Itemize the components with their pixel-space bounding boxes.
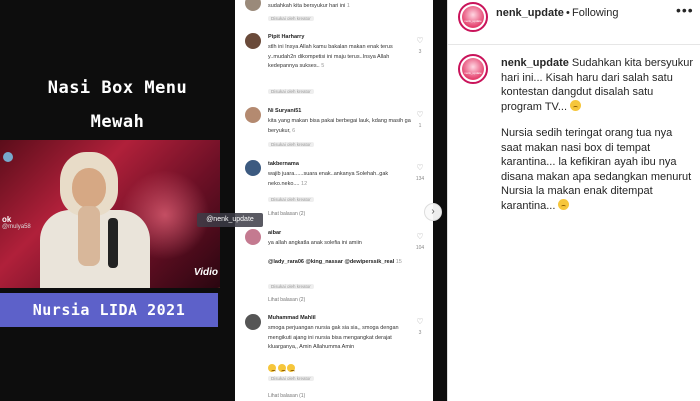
- comment-text: ya allah angkatla anak solefia ini amiin: [268, 240, 362, 246]
- caption-username[interactable]: nenk_update: [501, 57, 569, 69]
- comment-item: Pipit Harharry stlh ini Insya Allah kamu…: [235, 33, 433, 101]
- liked-by-creator: Disukai oleh kreator: [268, 16, 314, 21]
- avatar: [245, 314, 261, 330]
- avatar: [245, 107, 261, 123]
- like-count: 1: [418, 123, 422, 129]
- next-slide-button[interactable]: ›: [424, 203, 442, 221]
- more-options-icon[interactable]: •••: [676, 2, 694, 18]
- avatar-label: nenk_update: [464, 19, 482, 23]
- comment-author[interactable]: Pipit Harharry: [268, 34, 304, 40]
- like-button[interactable]: ♡ 1: [413, 110, 427, 130]
- liked-by-creator: Disukai oleh kreator: [268, 89, 314, 94]
- comment-mentions: @lady_rara06 @king_nassar @dewiperssik_r…: [268, 259, 402, 265]
- avatar-image: [462, 6, 484, 28]
- emoji-icon: [277, 364, 286, 372]
- screenshot-root: Nasi Box Menu Mewah ok @mulya58 Vidio Nu…: [0, 0, 700, 401]
- caption-avatar[interactable]: nenk_update: [458, 54, 488, 84]
- post-caption: nenk_update Sudahkan kita bersyukur hari…: [501, 56, 694, 225]
- like-count: 3: [418, 330, 422, 336]
- chevron-right-icon: ›: [431, 206, 435, 217]
- like-count: 134: [415, 176, 425, 182]
- separator-dot: •: [566, 7, 570, 19]
- heart-icon: ♡: [416, 317, 424, 326]
- post-username[interactable]: nenk_update: [496, 7, 564, 19]
- media-title-line1: Nasi Box Menu: [47, 78, 188, 98]
- post-media[interactable]: Nasi Box Menu Mewah ok @mulya58 Vidio Nu…: [0, 0, 235, 401]
- post-header: nenk_update nenk_update • Following •••: [448, 0, 700, 45]
- comment-item: takbernama wajib juara......suara enak..…: [235, 160, 433, 222]
- comment-text: kita yang makan bisa pakai berbegai lauk…: [268, 118, 411, 134]
- singer-face: [72, 168, 106, 208]
- view-replies[interactable]: Lihat balasan (2): [268, 211, 305, 217]
- emoji-icon: [287, 364, 296, 372]
- comment-author[interactable]: aibar: [268, 230, 281, 236]
- like-count: 104: [415, 245, 425, 251]
- sad-face-icon: [558, 198, 570, 210]
- emoji-icon: [268, 364, 276, 372]
- singer-scarf: [78, 206, 100, 266]
- comment-author[interactable]: Muhammad Mahlil: [268, 315, 316, 321]
- post-sidebar: nenk_update nenk_update • Following ••• …: [447, 0, 700, 401]
- heart-icon: ♡: [416, 163, 424, 172]
- comment-emojis: [268, 364, 418, 376]
- avatar-label: nenk_update: [464, 71, 482, 75]
- user-tag[interactable]: @nenk_update: [197, 213, 263, 227]
- avatar: [245, 0, 261, 11]
- comment-text: smoga perjuangan nursia gak sia sia,, sm…: [268, 325, 399, 350]
- vidio-logo: Vidio: [193, 267, 218, 278]
- avatar-image: [462, 58, 484, 80]
- comment-item: aibar ya allah angkatla anak solefia ini…: [235, 229, 433, 309]
- like-button[interactable]: ♡ 104: [413, 232, 427, 252]
- media-border: [433, 0, 447, 401]
- comment-item: sudahkah kita bersyukur hari ini 1 Disuk…: [235, 0, 433, 28]
- comment-author[interactable]: Ni Suryani51: [268, 108, 301, 114]
- like-count: 3: [418, 49, 422, 55]
- comments-screenshot: sudahkah kita bersyukur hari ini 1 Disuk…: [235, 0, 433, 401]
- view-replies[interactable]: Lihat balasan (2): [268, 297, 305, 303]
- comment-item: Muhammad Mahlil smoga perjuangan nursia …: [235, 314, 433, 401]
- sad-face-icon: [570, 99, 582, 111]
- like-button[interactable]: ♡ 3: [413, 317, 427, 337]
- liked-by-creator: Disukai oleh kreator: [268, 197, 314, 202]
- like-button[interactable]: ♡ 134: [413, 163, 427, 183]
- media-title-line2: Mewah: [90, 112, 145, 132]
- comment-text: sudahkah kita bersyukur hari ini 1: [268, 3, 350, 9]
- video-tag: ok: [2, 215, 12, 224]
- following-button[interactable]: Following: [572, 7, 618, 19]
- avatar: [245, 33, 261, 49]
- microphone: [108, 218, 118, 268]
- avatar: [245, 229, 261, 245]
- channel-icon: [3, 152, 13, 162]
- heart-icon: ♡: [416, 36, 424, 45]
- heart-icon: ♡: [416, 110, 424, 119]
- comment-author[interactable]: takbernama: [268, 161, 299, 167]
- video-tag-handle: @mulya58: [2, 224, 31, 230]
- liked-by-creator: Disukai oleh kreator: [268, 376, 314, 381]
- heart-icon: ♡: [416, 232, 424, 241]
- avatar: [245, 160, 261, 176]
- video-frame[interactable]: ok @mulya58 Vidio: [0, 140, 220, 288]
- view-replies[interactable]: Lihat balasan (1): [268, 393, 305, 399]
- avatar[interactable]: nenk_update: [458, 2, 488, 32]
- liked-by-creator: Disukai oleh kreator: [268, 142, 314, 147]
- contestant-banner: Nursia LIDA 2021: [0, 293, 218, 327]
- like-button[interactable]: ♡ 3: [413, 36, 427, 56]
- liked-by-creator: Disukai oleh kreator: [268, 284, 314, 289]
- comment-item: Ni Suryani51 kita yang makan bisa pakai …: [235, 107, 433, 153]
- caption-text-2: Nursia sedih teringat orang tua nya saat…: [501, 127, 692, 212]
- comment-text: wajib juara......suara enak..ankanya Sol…: [268, 171, 389, 187]
- comment-text: stlh ini Insya Allah kamu bakalan makan …: [268, 44, 393, 69]
